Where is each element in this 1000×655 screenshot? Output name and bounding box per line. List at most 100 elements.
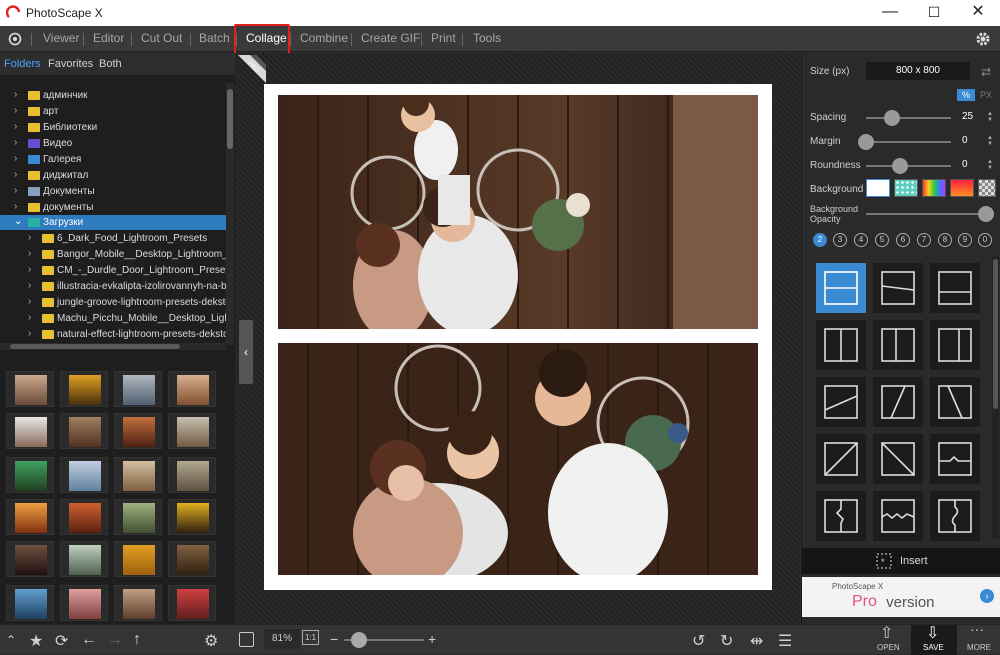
close-button[interactable]: ✕ xyxy=(956,0,1000,26)
tree-item[interactable]: › illustracia-evkalipta-izolirovannyh-na-… xyxy=(0,279,226,294)
margin-slider[interactable] xyxy=(858,134,951,150)
thumbnail[interactable] xyxy=(60,371,108,407)
roundness-stepper[interactable]: ▲ ▼ xyxy=(987,159,993,171)
rotate-left-icon[interactable]: ↺ xyxy=(692,631,705,651)
tab-create-gif[interactable]: Create GIF xyxy=(361,31,420,45)
margin-stepper[interactable]: ▲ ▼ xyxy=(987,135,993,147)
thumbnail[interactable] xyxy=(6,413,54,449)
tree-item[interactable]: › Библиотеки xyxy=(0,120,226,135)
layout-horizontal-offset-down[interactable] xyxy=(873,263,923,313)
layout-horizontal-split[interactable] xyxy=(816,263,866,313)
thumbnail[interactable] xyxy=(60,585,108,621)
thumbnail[interactable] xyxy=(6,457,54,493)
layout-diagonal-corner-reverse[interactable] xyxy=(873,434,923,484)
refresh-icon[interactable]: ⟳ xyxy=(55,631,68,651)
open-icon[interactable]: ⇧ xyxy=(880,623,893,643)
bg-opacity-slider[interactable] xyxy=(866,206,994,222)
bg-red-gradient-swatch[interactable] xyxy=(950,179,974,197)
thumbnail[interactable] xyxy=(168,371,216,407)
save-button[interactable]: ⇩ SAVE xyxy=(911,625,957,655)
tree-item[interactable]: › natural-effect-lightroom-presets-deksto… xyxy=(0,327,226,342)
swap-size-icon[interactable]: ⇄ xyxy=(981,65,991,79)
thumbnail[interactable] xyxy=(60,457,108,493)
size-field[interactable]: 800 x 800 xyxy=(866,62,970,80)
photo-count-5[interactable]: 5 xyxy=(875,233,889,247)
layout-diagonal-reverse[interactable] xyxy=(930,377,980,427)
tree-scrollbar[interactable] xyxy=(226,83,234,345)
collage-photo-bottom[interactable] xyxy=(278,343,758,575)
thumbnail[interactable] xyxy=(6,541,54,577)
zoom-out-icon[interactable]: − xyxy=(330,631,338,647)
layout-vertical-offset-left[interactable] xyxy=(873,320,923,370)
layout-diagonal-corner[interactable] xyxy=(816,434,866,484)
tree-item[interactable]: › CM_-_Durdle_Door_Lightroom_Presets_ xyxy=(0,263,226,278)
insert-button[interactable]: * Insert xyxy=(802,548,1000,574)
fit-screen-icon[interactable] xyxy=(239,632,254,647)
maximize-button[interactable]: ☐ xyxy=(912,0,956,26)
thumbnail[interactable] xyxy=(114,499,162,535)
thumbnail[interactable] xyxy=(114,541,162,577)
thumbnail[interactable] xyxy=(168,585,216,621)
flip-horizontal-icon[interactable]: ⇹ xyxy=(750,631,763,651)
tree-item[interactable]: › 6_Dark_Food_Lightroom_Presets xyxy=(0,231,226,246)
thumbnail[interactable] xyxy=(60,541,108,577)
photo-count-10[interactable]: 0 xyxy=(978,233,992,247)
settings-gear-icon[interactable]: ⚙ xyxy=(204,631,218,651)
margin-value[interactable]: 0 xyxy=(962,135,968,146)
thumbnail[interactable] xyxy=(6,499,54,535)
tree-item[interactable]: › Галерея xyxy=(0,152,226,167)
photo-count-8[interactable]: 8 xyxy=(938,233,952,247)
tree-item[interactable]: › админчик xyxy=(0,88,226,103)
back-arrow-icon[interactable]: ← xyxy=(81,631,97,649)
zoom-level[interactable]: 81% xyxy=(264,629,300,649)
photo-count-2[interactable]: 2 xyxy=(813,233,827,247)
tab-folders[interactable]: Folders xyxy=(4,58,41,70)
tab-combine[interactable]: Combine xyxy=(300,31,348,45)
zoom-slider[interactable] xyxy=(344,632,424,648)
zoom-in-icon[interactable]: + xyxy=(428,631,436,647)
tab-editor[interactable]: Editor xyxy=(93,31,124,45)
thumbnail[interactable] xyxy=(60,499,108,535)
more-button-label[interactable]: MORE xyxy=(967,643,991,652)
tree-horizontal-scrollbar[interactable] xyxy=(0,343,226,350)
layout-diagonal-low[interactable] xyxy=(816,377,866,427)
tab-viewer[interactable]: Viewer xyxy=(43,31,79,45)
layout-vertical-split[interactable] xyxy=(816,320,866,370)
collage-canvas[interactable] xyxy=(264,84,772,590)
tab-both[interactable]: Both xyxy=(99,58,122,70)
collapse-panel-button[interactable]: ‹ xyxy=(239,320,253,384)
settings-gear-icon[interactable] xyxy=(974,30,992,48)
thumbnail[interactable] xyxy=(114,413,162,449)
tree-item[interactable]: › арт xyxy=(0,104,226,119)
more-icon[interactable]: ··· xyxy=(970,621,984,637)
thumbnail[interactable] xyxy=(168,499,216,535)
ad-arrow-icon[interactable]: › xyxy=(980,589,994,603)
layout-scrollbar[interactable] xyxy=(992,257,999,539)
tab-print[interactable]: Print xyxy=(431,31,456,45)
tab-tools[interactable]: Tools xyxy=(473,31,501,45)
tab-favorites[interactable]: Favorites xyxy=(48,58,93,70)
photo-count-9[interactable]: 9 xyxy=(958,233,972,247)
layout-zigzag-horizontal[interactable] xyxy=(873,491,923,541)
tab-cut-out[interactable]: Cut Out xyxy=(141,31,182,45)
tree-item[interactable]: › документы xyxy=(0,200,226,215)
thumbnail[interactable] xyxy=(168,457,216,493)
pro-version-banner[interactable]: PhotoScape X Pro version › xyxy=(802,577,1000,617)
star-icon[interactable]: ★ xyxy=(29,631,43,651)
bg-gradient-swatch[interactable] xyxy=(922,179,946,197)
collage-photo-top[interactable] xyxy=(278,95,758,329)
unit-percent-toggle[interactable]: % xyxy=(957,89,975,101)
roundness-slider[interactable] xyxy=(866,158,951,174)
bg-transparent-swatch[interactable] xyxy=(978,179,996,197)
tree-item[interactable]: › Видео xyxy=(0,136,226,151)
thumbnail[interactable] xyxy=(6,371,54,407)
thumbnail[interactable] xyxy=(168,541,216,577)
photo-count-4[interactable]: 4 xyxy=(854,233,868,247)
thumbnail[interactable] xyxy=(60,413,108,449)
spacing-stepper[interactable]: ▲ ▼ xyxy=(987,111,993,123)
layout-vertical-offset-right[interactable] xyxy=(930,320,980,370)
layout-diagonal-steep[interactable] xyxy=(873,377,923,427)
layout-curve-vertical[interactable] xyxy=(930,491,980,541)
actual-size-button[interactable]: 1:1 xyxy=(302,630,320,645)
tree-item-selected[interactable]: ⌄ Загрузки xyxy=(0,215,226,230)
